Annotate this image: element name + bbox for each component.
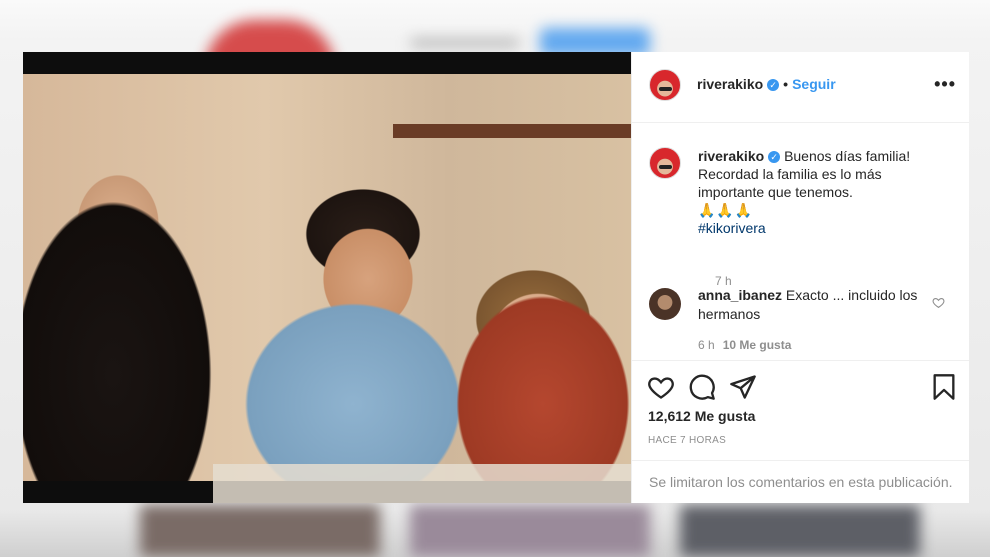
- comment-icon[interactable]: [688, 373, 716, 401]
- post-header: riverakiko ✓ • Seguir •••: [632, 52, 969, 123]
- likes-count[interactable]: 12,612 Me gusta: [648, 408, 755, 424]
- more-options-icon[interactable]: •••: [934, 74, 956, 95]
- follow-button[interactable]: Seguir: [792, 76, 836, 92]
- caption-line: Recordad la familia es lo más importante…: [698, 166, 882, 200]
- avatar[interactable]: [649, 69, 681, 101]
- blurred-thumbnail: [680, 505, 920, 557]
- comment-likes[interactable]: 10 Me gusta: [723, 338, 792, 352]
- comment-time: 6 h: [698, 338, 715, 352]
- comment-username[interactable]: anna_ibanez: [698, 287, 782, 303]
- comments-disabled-notice: Se limitaron los comentarios en esta pub…: [632, 460, 969, 504]
- caption-text: riverakiko ✓ Buenos días familia! Recorda…: [698, 147, 948, 237]
- blurred-thumbnail: [410, 505, 650, 557]
- photo-table: [213, 464, 631, 503]
- share-icon[interactable]: [729, 373, 757, 401]
- save-icon[interactable]: [930, 373, 958, 401]
- verified-badge-icon: ✓: [767, 79, 780, 92]
- comment-text: anna_ibanez Exacto ... incluido los herm…: [698, 286, 928, 324]
- small-heart-icon[interactable]: [932, 296, 945, 309]
- blurred-thumbnail: [140, 505, 380, 557]
- avatar[interactable]: [649, 288, 681, 320]
- post-author: riverakiko ✓ • Seguir: [697, 76, 836, 92]
- heart-icon[interactable]: [647, 373, 675, 401]
- pray-emoji: 🙏🙏🙏: [698, 202, 754, 218]
- verified-badge-icon: ✓: [768, 151, 781, 164]
- comment-meta: 6 h 10 Me gusta: [698, 338, 791, 352]
- hashtag-link[interactable]: #kikorivera: [698, 220, 766, 236]
- post-side-panel: riverakiko ✓ • Seguir ••• riverakiko ✓ Bueno…: [631, 52, 969, 503]
- post-photo[interactable]: [23, 52, 631, 503]
- comments-section[interactable]: riverakiko ✓ Buenos días familia! Recorda…: [632, 123, 969, 359]
- separator-dot: •: [783, 76, 789, 92]
- action-bar: 12,612 Me gusta HACE 7 HORAS: [632, 360, 969, 461]
- post-timestamp[interactable]: HACE 7 HORAS: [648, 435, 726, 446]
- blurred-text: [410, 38, 520, 48]
- family-photo: [23, 74, 631, 503]
- caption-username[interactable]: riverakiko: [698, 148, 764, 164]
- username-link[interactable]: riverakiko: [697, 76, 763, 92]
- avatar[interactable]: [649, 147, 681, 179]
- photo-shelf: [393, 124, 631, 138]
- caption-line: Buenos días familia!: [784, 148, 911, 164]
